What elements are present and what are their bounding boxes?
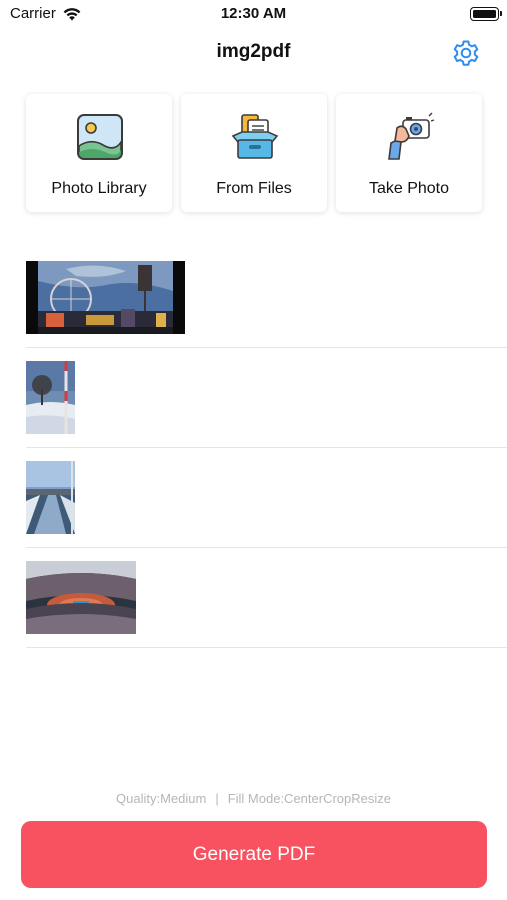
page-title: img2pdf [216,41,291,62]
battery-icon [470,7,502,21]
photo-library-icon [77,114,123,160]
list-item[interactable] [26,248,507,348]
photo-library-button[interactable]: Photo Library [26,94,172,212]
photo-library-label: Photo Library [51,180,147,197]
from-files-button[interactable]: From Files [181,94,327,212]
status-time: 12:30 AM [220,5,287,22]
gear-icon [453,40,479,66]
status-bar: Carrier 12:30 AM [0,0,507,28]
summary-separator: | [215,791,219,806]
camera-hand-icon [388,112,435,160]
fill-mode-setting: Fill Mode:CenterCropResize [227,791,391,806]
quality-setting: Quality:Medium [116,791,207,806]
settings-button[interactable] [449,36,483,70]
take-photo-label: Take Photo [368,180,450,197]
snowy-road-thumbnail [26,461,75,534]
city-skyline-thumbnail [26,261,185,334]
list-item[interactable] [26,348,507,448]
list-item[interactable] [26,448,507,548]
source-options: Photo Library From Files Take Photo [26,94,482,212]
generate-pdf-button[interactable]: Generate PDF [21,821,487,888]
file-box-icon [231,114,279,159]
take-photo-button[interactable]: Take Photo [336,94,482,212]
stadium-thumbnail [26,561,136,634]
list-item[interactable] [26,548,507,648]
pdf-settings-summary[interactable]: Quality:Medium | Fill Mode:CenterCropResiz… [0,791,507,806]
image-list [26,248,507,648]
snowy-tree-thumbnail [26,361,75,434]
from-files-label: From Files [216,180,292,197]
